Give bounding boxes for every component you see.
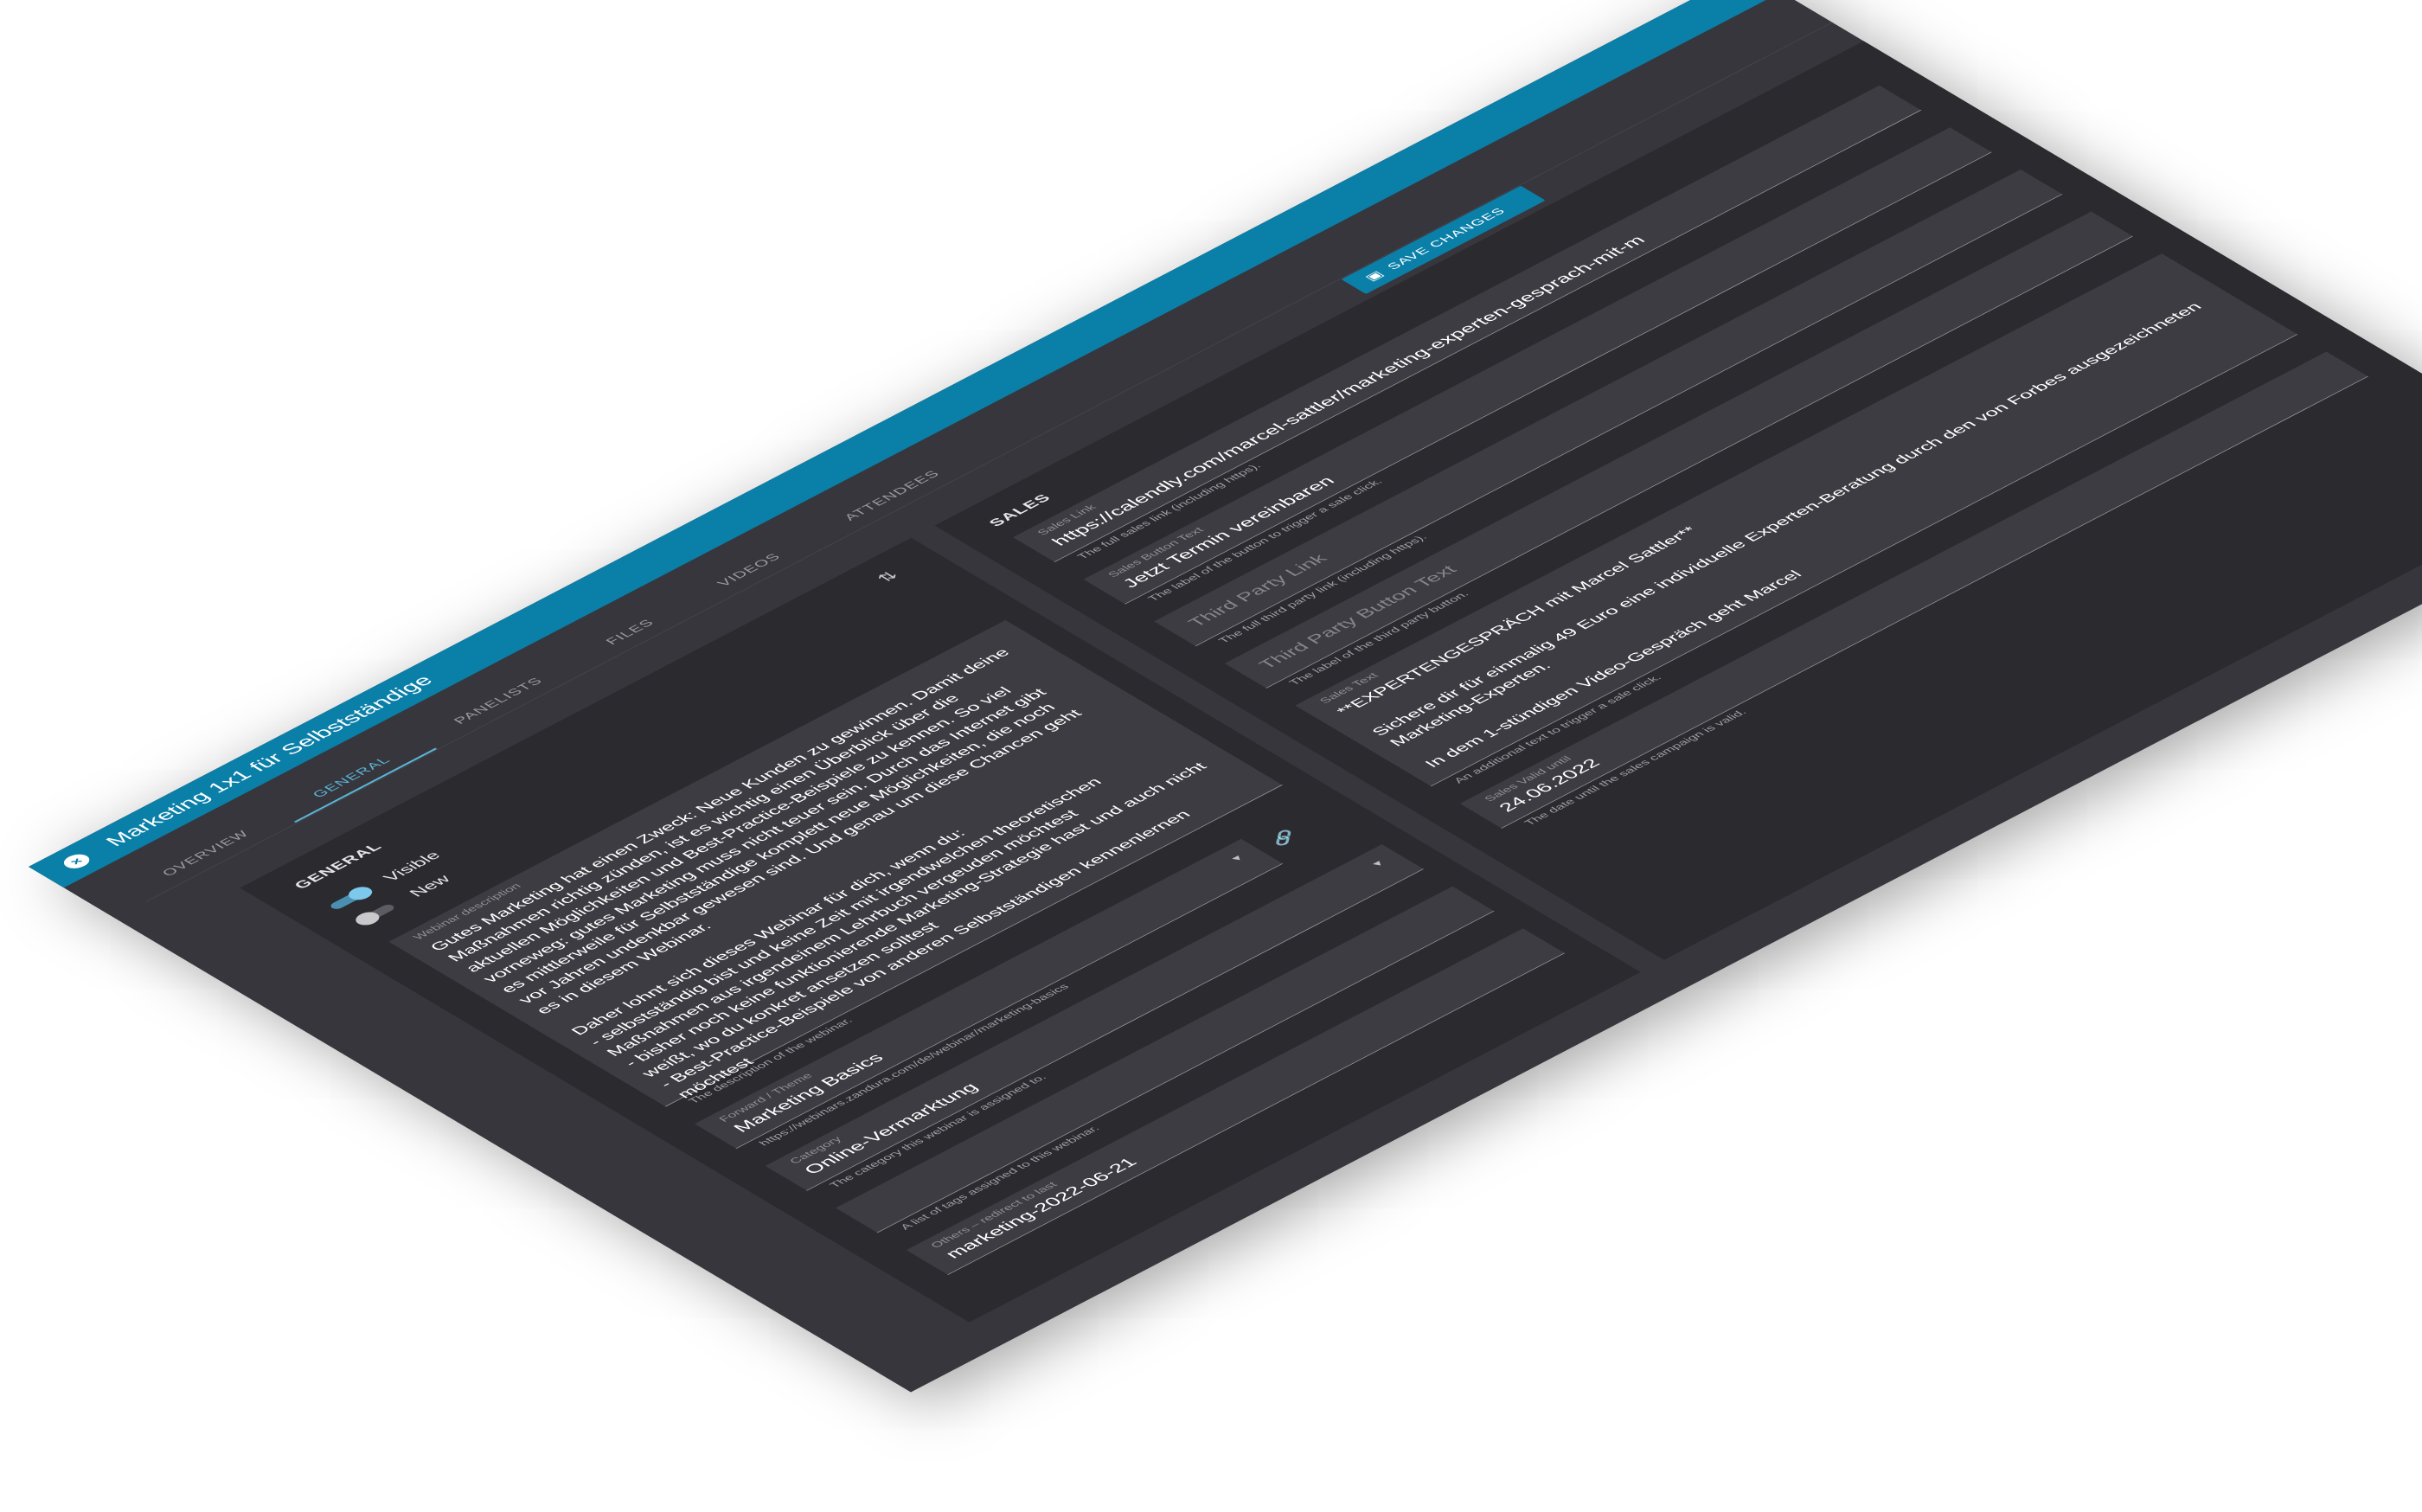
link-icon[interactable]: 🔗 [1265, 828, 1302, 848]
sales-text-value: **EXPERTENGESPRÄCH mit Marcel Sattler** … [1332, 298, 2211, 770]
close-icon[interactable]: × [59, 851, 95, 872]
visible-toggle[interactable] [325, 883, 377, 911]
chevron-down-icon: ▼ [1368, 857, 1388, 869]
webinar-editor-window: × Marketing 1x1 für Selbstständige OVERV… [29, 0, 2422, 1393]
new-label: New [405, 872, 455, 900]
general-title: GENERAL [291, 841, 387, 892]
webinar-description-value: Gutes Marketing hat einen Zweck: Neue Ku… [426, 643, 1215, 1101]
expand-icon[interactable]: ⇅ [873, 568, 902, 585]
new-toggle[interactable] [350, 899, 403, 928]
chevron-down-icon: ▼ [1227, 852, 1247, 864]
floppy-disk-icon: ▣ [1362, 268, 1388, 284]
